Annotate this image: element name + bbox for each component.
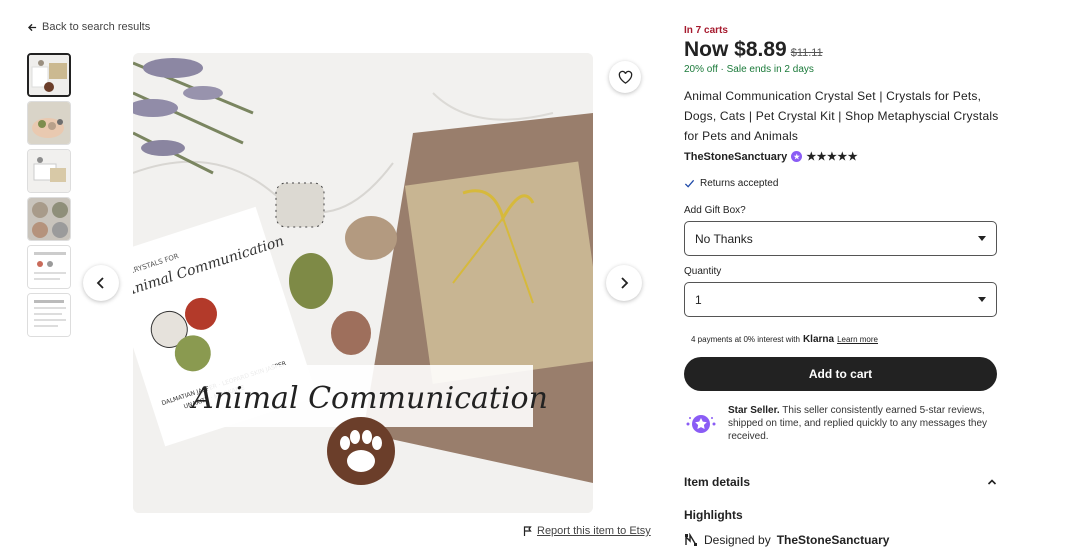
quantity-label: Quantity	[684, 266, 722, 277]
back-to-search-link[interactable]: Back to search results	[28, 21, 150, 33]
gift-box-label: Add Gift Box?	[684, 205, 746, 216]
item-details-label: Item details	[684, 475, 751, 489]
report-item-link[interactable]: Report this item to Etsy	[523, 525, 651, 537]
arrow-left-icon	[28, 23, 37, 31]
chevron-right-icon	[621, 277, 629, 289]
star-seller-title: Star Seller.	[728, 405, 780, 416]
gift-box-select[interactable]: No Thanks	[684, 221, 997, 256]
learn-more-link[interactable]: Learn more	[837, 335, 878, 344]
image-banner-title: Animal Communication	[189, 381, 548, 416]
designed-by-row: Designed by TheStoneSanctuary	[684, 533, 889, 547]
returns-accepted: Returns accepted	[684, 178, 778, 189]
thumbnail-image	[29, 55, 69, 95]
thumbnail-4[interactable]	[27, 197, 71, 241]
thumbnail-image	[28, 198, 70, 240]
thumbnail-6[interactable]	[27, 293, 71, 337]
chevron-left-icon	[96, 277, 104, 289]
thumbnail-3[interactable]	[27, 149, 71, 193]
add-to-cart-button[interactable]: Add to cart	[684, 357, 997, 391]
in-carts-notice: In 7 carts	[684, 25, 728, 36]
product-title: Animal Communication Crystal Set | Cryst…	[684, 89, 999, 143]
sale-discount: 20% off · Sale ends in 2 days	[684, 64, 814, 75]
star-seller-icon	[684, 404, 718, 438]
dropdown-caret-icon	[978, 236, 986, 241]
star-seller-text: Star Seller. This seller consistently ea…	[728, 404, 1004, 443]
thumbnail-list	[27, 53, 73, 341]
report-link-label: Report this item to Etsy	[537, 525, 651, 537]
shop-name-link[interactable]: TheStoneSanctuary	[684, 151, 787, 163]
paw-icon	[327, 417, 395, 485]
klarna-logo: Klarna	[802, 334, 835, 345]
dropdown-caret-icon	[978, 297, 986, 302]
current-price: Now $8.89	[684, 38, 787, 61]
favorite-button[interactable]	[609, 61, 641, 93]
flag-icon	[523, 526, 532, 536]
quantity-value: 1	[695, 292, 702, 307]
item-details-toggle[interactable]: Item details	[684, 475, 997, 489]
thumbnail-image	[28, 294, 70, 336]
thumbnail-1[interactable]	[27, 53, 71, 97]
rating-stars[interactable]: ★★★★★	[806, 150, 858, 163]
product-photo: CRYSTALS FOR Animal Communication DALMAT…	[133, 53, 593, 513]
back-link-label: Back to search results	[42, 21, 151, 33]
shop-row: TheStoneSanctuary ★ ★★★★★	[684, 150, 858, 164]
previous-image-button[interactable]	[83, 265, 119, 301]
returns-label: Returns accepted	[700, 178, 779, 189]
gift-box	[404, 161, 593, 384]
klarna-prefix: 4 payments at 0% interest with	[691, 335, 800, 344]
chevron-up-icon	[987, 479, 997, 485]
main-product-image[interactable]: CRYSTALS FOR Animal Communication DALMAT…	[133, 53, 593, 513]
gift-box-value: No Thanks	[695, 231, 753, 246]
highlights-heading: Highlights	[684, 508, 743, 522]
heart-icon	[618, 70, 632, 84]
design-tool-icon	[685, 533, 697, 546]
next-image-button[interactable]	[606, 265, 642, 301]
star-seller-info: Star Seller. This seller consistently ea…	[684, 404, 1004, 443]
quantity-select[interactable]: 1	[684, 282, 997, 317]
thumbnail-image	[28, 102, 70, 144]
thumbnail-image	[28, 246, 70, 288]
checkmark-icon	[684, 179, 695, 188]
original-price: $11.11	[790, 47, 823, 59]
thumbnail-image	[28, 150, 70, 192]
designed-by-shop[interactable]: TheStoneSanctuary	[777, 533, 890, 547]
thumbnail-5[interactable]	[27, 245, 71, 289]
price-row: Now $8.89 $11.11	[684, 38, 823, 62]
thumbnail-2[interactable]	[27, 101, 71, 145]
klarna-payments: 4 payments at 0% interest with Klarna Le…	[691, 334, 878, 345]
designed-by-prefix: Designed by	[704, 533, 771, 547]
star-seller-badge-icon: ★	[791, 151, 803, 162]
